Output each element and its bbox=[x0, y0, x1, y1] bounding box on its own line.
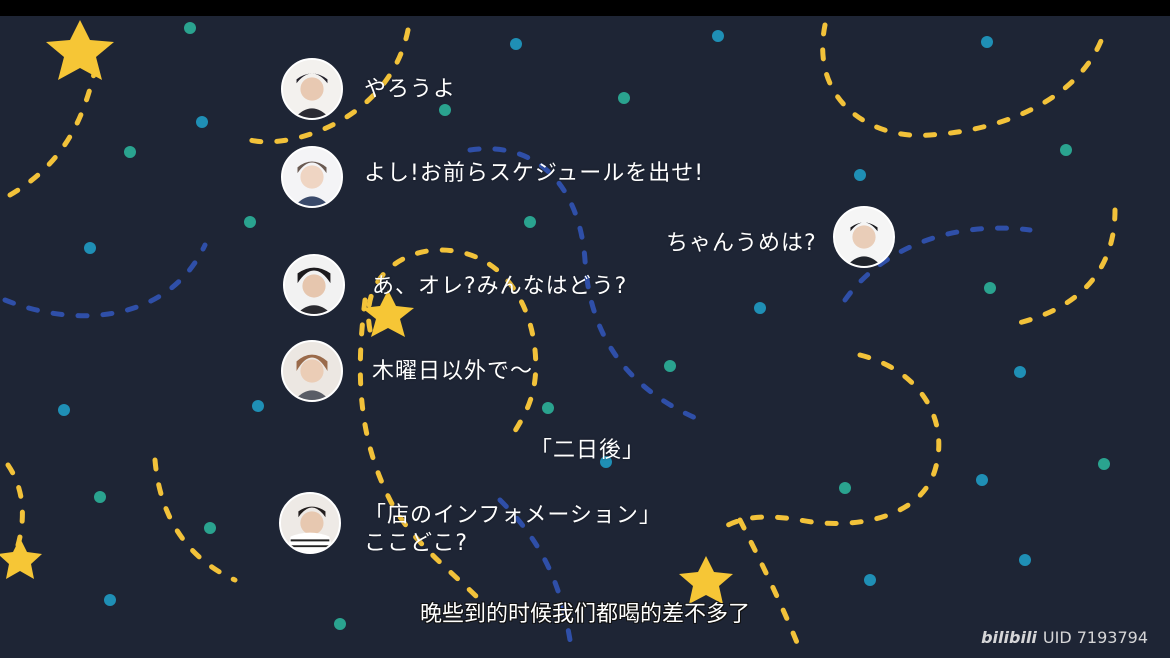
avatar-member-4-portrait bbox=[285, 256, 343, 314]
avatar-member-2-portrait bbox=[283, 148, 341, 206]
avatar-member-6 bbox=[279, 492, 341, 554]
message-text: よし!お前らスケジュールを出せ! bbox=[364, 161, 705, 186]
star-shape bbox=[0, 538, 42, 579]
message-text-line1: 「店のインフォメーション」 bbox=[364, 503, 662, 528]
avatar-member-1-portrait bbox=[283, 60, 341, 118]
top-letterbox-bar bbox=[0, 0, 1170, 16]
message-text: あ、オレ?みんなはどう? bbox=[372, 274, 628, 299]
bilibili-watermark: bilibili UID 7193794 bbox=[981, 628, 1148, 647]
video-subtitle: 晚些到的时候我们都喝的差不多了 bbox=[419, 602, 750, 627]
uploader-uid: UID 7193794 bbox=[1042, 628, 1148, 647]
avatar-member-3-portrait bbox=[835, 208, 893, 266]
message-text: ちゃんうめは? bbox=[666, 231, 817, 256]
avatar-member-5-portrait bbox=[283, 342, 341, 400]
avatar-member-1 bbox=[281, 58, 343, 120]
avatar-member-2 bbox=[281, 146, 343, 208]
avatar-member-4 bbox=[283, 254, 345, 316]
message-text: やろうよ bbox=[364, 77, 457, 102]
message-text-line2: ここどこ? bbox=[364, 531, 469, 556]
star-shape bbox=[46, 20, 114, 80]
starry-background bbox=[0, 20, 1118, 653]
avatar-member-6-portrait bbox=[281, 494, 339, 552]
narration-text: 「二日後」 bbox=[530, 438, 646, 463]
avatar-member-3 bbox=[833, 206, 895, 268]
message-text: 木曜日以外で〜 bbox=[372, 359, 534, 384]
avatar-member-5 bbox=[281, 340, 343, 402]
bilibili-logo: bilibili bbox=[981, 628, 1037, 647]
